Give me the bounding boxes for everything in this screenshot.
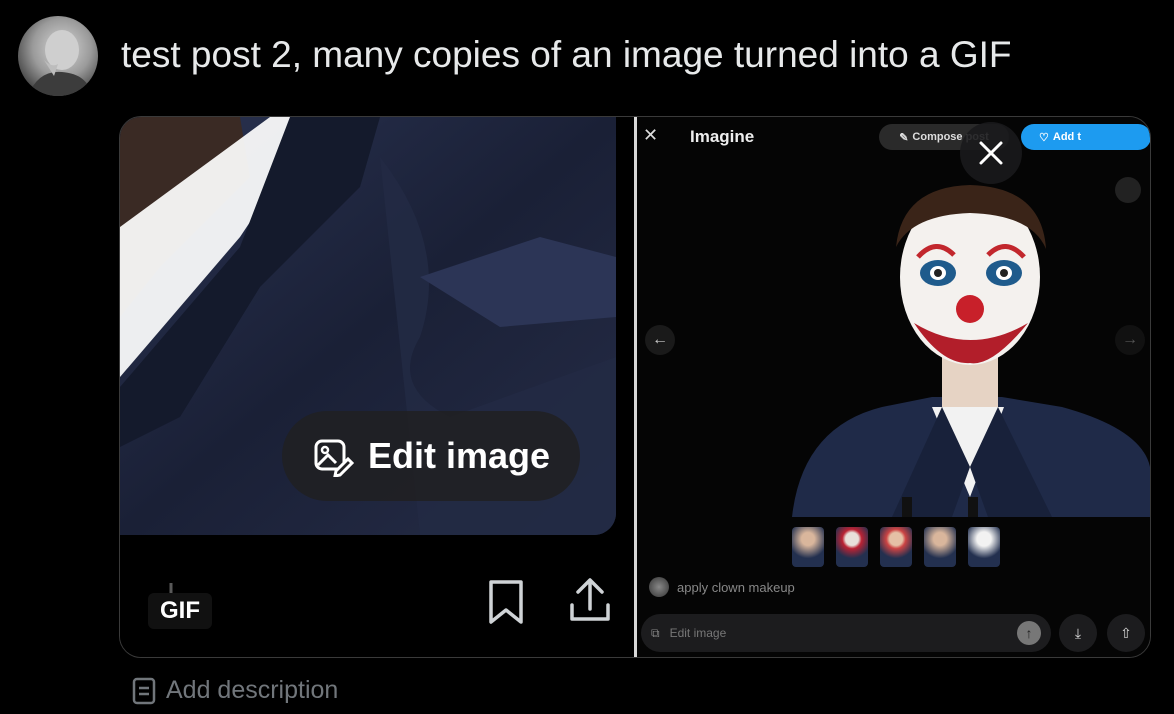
close-icon: [979, 141, 1003, 165]
close-media-button[interactable]: [960, 122, 1022, 184]
close-icon[interactable]: ✕: [643, 125, 658, 146]
bookmark-icon[interactable]: [486, 579, 526, 625]
add-label: Add t: [1052, 131, 1081, 143]
edit-image-button[interactable]: Edit image: [282, 411, 580, 501]
edit-image-label: Edit image: [367, 435, 551, 476]
image-edit-icon: ⧉: [651, 625, 660, 640]
clown-portrait: [792, 185, 1150, 517]
heart-icon: ♡: [1039, 131, 1049, 144]
thumbnail[interactable]: [924, 527, 956, 567]
avatar: [649, 577, 669, 597]
input-placeholder: Edit image: [669, 626, 727, 640]
gif-badge: GIF: [148, 593, 212, 629]
prompt-row: apply clown makeup: [649, 577, 795, 597]
thumbnail[interactable]: [880, 527, 912, 567]
left-frame: Edit image GIF: [120, 117, 634, 657]
thumbnail[interactable]: [968, 527, 1000, 567]
add-description-label: Add description: [166, 676, 339, 704]
add-button[interactable]: ♡ Add t: [1021, 124, 1150, 150]
thumbnail[interactable]: [792, 527, 824, 567]
avatar[interactable]: [18, 16, 98, 96]
feather-icon: ✎: [899, 131, 909, 144]
share-icon[interactable]: [568, 575, 612, 625]
thumbnail[interactable]: [836, 527, 868, 567]
download-icon[interactable]: ⤓: [1059, 614, 1097, 652]
imagine-frame: ✕ Imagine ✎ Compose post ♡ Add t ← → app…: [637, 117, 1150, 657]
send-icon[interactable]: ↑: [1017, 621, 1041, 645]
prompt-text: apply clown makeup: [677, 579, 795, 595]
arrow-left-icon[interactable]: ←: [645, 325, 675, 355]
media-gif[interactable]: Edit image GIF ✕ Imagine ✎ Compose post …: [119, 116, 1151, 658]
image-edit-icon: [314, 439, 354, 477]
edit-image-input[interactable]: ⧉ Edit image ↑: [641, 614, 1051, 652]
add-description-link[interactable]: Add description: [132, 676, 338, 705]
post-text: test post 2, many copies of an image tur…: [121, 34, 1012, 75]
description-icon: [132, 677, 156, 704]
share-icon[interactable]: ⇧: [1107, 614, 1145, 652]
imagine-title: Imagine: [690, 127, 755, 146]
thumbnail-strip: [792, 527, 1000, 567]
